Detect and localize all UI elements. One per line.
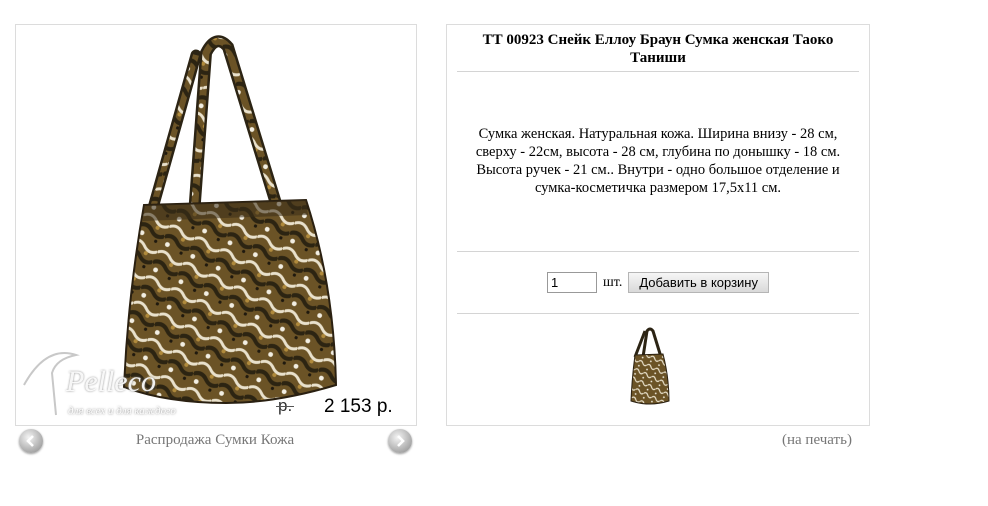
category-link[interactable]: Распродажа Сумки Кожа: [50, 432, 380, 449]
quantity-input[interactable]: [547, 272, 597, 293]
add-to-cart-button[interactable]: Добавить в корзину: [628, 272, 769, 293]
product-image[interactable]: Pelleco для всех и для каждого р. 2 153 …: [15, 24, 417, 426]
product-description: Сумка женская. Натуральная кожа. Ширина …: [475, 126, 841, 196]
divider: [457, 313, 859, 314]
divider: [457, 71, 859, 72]
product-thumbnail[interactable]: [615, 327, 681, 409]
divider: [457, 251, 859, 252]
chevron-right-icon: [397, 435, 405, 447]
chevron-left-icon: [26, 435, 34, 447]
old-price: р.: [275, 396, 295, 415]
watermark-slogan: для всех и для каждого: [68, 405, 176, 417]
price: 2 153 р.: [324, 396, 393, 417]
watermark-brand: Pelleco: [66, 365, 156, 398]
next-button[interactable]: [388, 429, 412, 453]
product-details: ТТ 00923 Снейк Еллоу Браун Сумка женская…: [446, 24, 870, 426]
cart-row: шт. Добавить в корзину: [447, 272, 869, 294]
print-link[interactable]: (на печать): [782, 432, 852, 449]
product-title: ТТ 00923 Снейк Еллоу Браун Сумка женская…: [482, 32, 834, 66]
quantity-unit: шт.: [603, 274, 623, 290]
prev-button[interactable]: [19, 429, 43, 453]
